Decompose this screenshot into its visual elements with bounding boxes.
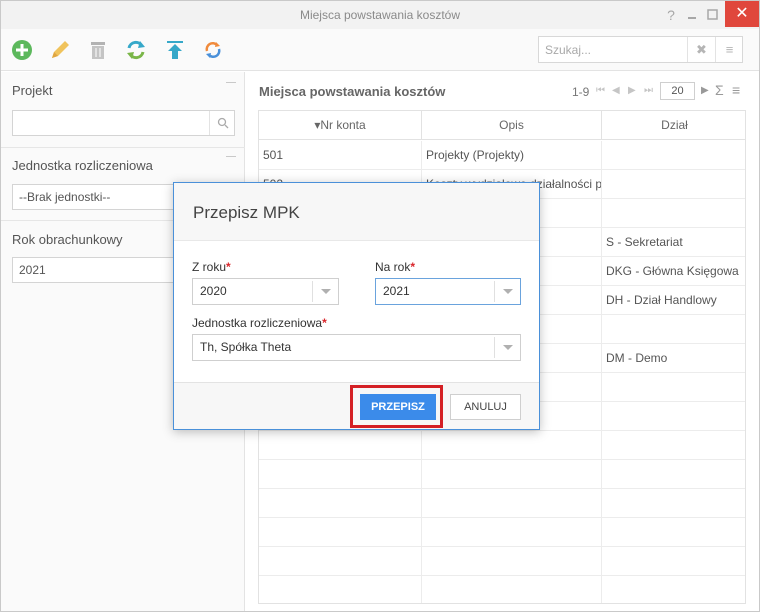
required-mark: * [226, 260, 231, 274]
cell-dzial: S - Sekretariat [606, 235, 683, 249]
chevron-down-icon[interactable] [494, 337, 520, 358]
z-roku-select[interactable]: 2020 [192, 278, 339, 305]
grid-columns: ▾Nr konta Opis Dział [259, 111, 745, 140]
na-rok-label: Na rok* [375, 260, 416, 274]
search-menu-button[interactable]: ≡ [715, 37, 743, 62]
dialog-title: Przepisz MPK [193, 203, 300, 222]
export-icon[interactable] [164, 39, 186, 61]
help-button[interactable]: ? [660, 1, 682, 29]
column-dzial[interactable]: Dział [602, 111, 745, 140]
jednostka-dialog-value: Th, Spółka Theta [200, 340, 292, 354]
cell-nr-konta [259, 547, 422, 576]
collapse-icon[interactable] [226, 156, 236, 157]
chevron-down-icon[interactable] [494, 281, 520, 302]
cell-dzial [602, 141, 745, 170]
cell-dzial [602, 199, 745, 228]
cell-nr-konta: 501 [259, 141, 422, 170]
prev-page-icon[interactable]: ◀ [612, 85, 620, 96]
maximize-button[interactable] [701, 1, 723, 29]
required-mark: * [410, 260, 416, 274]
cell-nr-konta [259, 431, 422, 460]
cell-opis: Projekty (Projekty) [422, 141, 602, 170]
cell-dzial [602, 489, 745, 518]
rok-label: Rok obrachunkowy [12, 232, 123, 247]
page-size-input[interactable]: 20 [660, 82, 695, 100]
z-roku-value: 2020 [200, 284, 227, 298]
jednostka-label: Jednostka rozliczeniowa [12, 158, 153, 173]
delete-icon[interactable] [87, 39, 109, 61]
cell-opis [422, 518, 602, 547]
z-roku-label: Z roku* [192, 260, 231, 274]
table-row[interactable] [259, 547, 745, 576]
app-window: Miejsca powstawania kosztów ? ✕ ✖ [0, 0, 760, 612]
title-bar: Miejsca powstawania kosztów ? ✕ [1, 1, 759, 29]
cell-opis [422, 460, 602, 489]
cell-dzial: DM - Demo [606, 351, 668, 365]
na-rok-select[interactable]: 2021 [375, 278, 521, 305]
cell-dzial [602, 373, 745, 402]
projekt-label: Projekt [12, 83, 53, 98]
cell-dzial [602, 402, 745, 431]
clear-search-button[interactable]: ✖ [687, 37, 715, 62]
cell-nr-konta [259, 518, 422, 547]
cell-dzial [602, 315, 745, 344]
last-page-icon[interactable]: ⏭ [644, 85, 653, 96]
column-opis[interactable]: Opis [422, 111, 602, 140]
cell-dzial: DH - Dział Handlowy [606, 293, 717, 307]
cell-dzial [602, 576, 745, 603]
collapse-icon[interactable] [226, 82, 236, 83]
close-button[interactable]: ✕ [725, 1, 759, 27]
jednostka-dialog-select[interactable]: Th, Spółka Theta [192, 334, 521, 361]
next-page-icon[interactable]: ▶ [628, 85, 636, 96]
cell-dzial [602, 170, 745, 199]
search-input[interactable] [539, 37, 687, 62]
edit-icon[interactable] [49, 39, 71, 61]
table-row[interactable]: 501 Projekty (Projekty) [259, 141, 745, 170]
pager-range: 1-9 [572, 85, 590, 99]
cell-nr-konta [259, 460, 422, 489]
column-nr-konta[interactable]: ▾Nr konta [259, 111, 422, 140]
cell-nr-konta [259, 576, 422, 603]
grid-title: Miejsca powstawania kosztów [259, 84, 446, 99]
add-icon[interactable] [11, 39, 33, 61]
cell-opis [422, 489, 602, 518]
grid-menu-icon[interactable]: ≡ [732, 82, 740, 98]
table-row[interactable] [259, 489, 745, 518]
projekt-input[interactable] [12, 110, 235, 136]
sum-icon[interactable]: Σ [715, 82, 724, 98]
table-row[interactable] [259, 460, 745, 489]
cell-dzial [602, 518, 745, 547]
first-page-icon[interactable]: ⏮ [596, 85, 605, 96]
highlight-frame [350, 385, 443, 428]
na-rok-value: 2021 [383, 284, 410, 298]
dialog-header: Przepisz MPK [174, 183, 539, 241]
cell-opis [422, 547, 602, 576]
go-page-icon[interactable]: ▶ [701, 85, 709, 96]
cell-dzial: DKG - Główna Księgowa [606, 264, 739, 278]
divider [1, 147, 245, 148]
cell-dzial [602, 431, 745, 460]
cell-nr-konta [259, 489, 422, 518]
chevron-down-icon[interactable] [312, 281, 338, 302]
required-mark: * [322, 316, 327, 330]
search-icon[interactable] [209, 111, 235, 135]
cell-opis [422, 576, 602, 603]
cell-dzial [602, 547, 745, 576]
anuluj-button[interactable]: ANULUJ [450, 394, 521, 420]
refresh-icon[interactable] [125, 39, 147, 61]
grid-header: Miejsca powstawania kosztów 1-9 ⏮ ◀ ▶ ⏭ … [246, 72, 759, 110]
table-row[interactable] [259, 431, 745, 460]
minimize-button[interactable] [681, 1, 703, 29]
window-title: Miejsca powstawania kosztów [299, 8, 461, 22]
jednostka-dialog-label: Jednostka rozliczeniowa* [192, 316, 327, 330]
table-row[interactable] [259, 576, 745, 603]
sync-icon[interactable] [202, 39, 224, 61]
search-box: ✖ ≡ [538, 36, 743, 63]
table-row[interactable] [259, 518, 745, 547]
cell-opis [422, 431, 602, 460]
cell-dzial [602, 460, 745, 489]
